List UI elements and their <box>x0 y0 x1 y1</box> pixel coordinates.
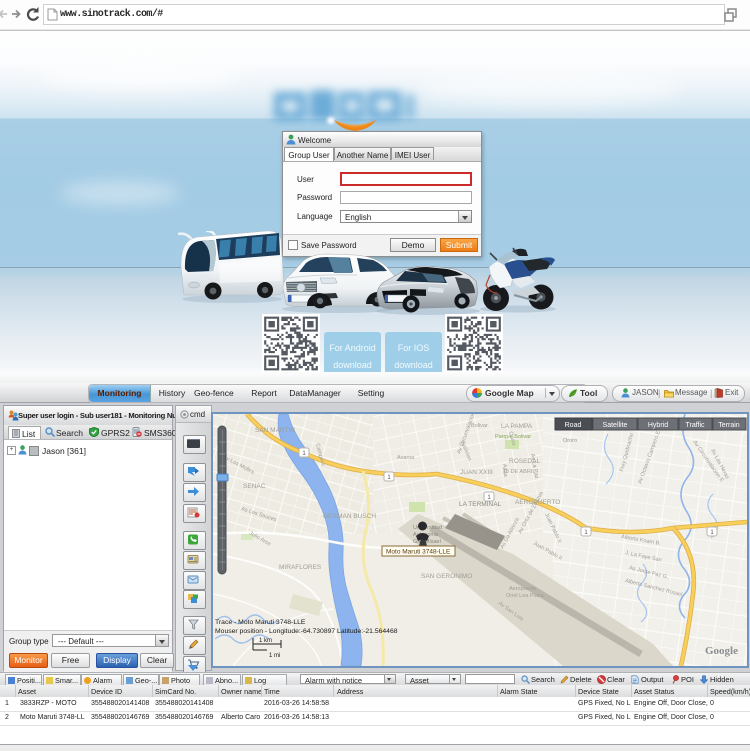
svg-text:SENAC: SENAC <box>243 483 266 490</box>
svg-text:Moto Maruti 3748-LLE: Moto Maruti 3748-LLE <box>386 549 451 556</box>
svg-text:LA PAMPA: LA PAMPA <box>501 423 533 430</box>
svg-text:Mouser position - Longitude:-6: Mouser position - Longitude:-64.730897 L… <box>215 628 398 635</box>
svg-text:Bolivar: Bolivar <box>471 423 488 429</box>
svg-text:Trace - Moto Maruti 3748-LLE: Trace - Moto Maruti 3748-LLE <box>215 619 306 626</box>
svg-text:Ororo: Ororo <box>563 438 577 444</box>
svg-text:GERMAN BUSCH: GERMAN BUSCH <box>323 513 376 520</box>
svg-text:Oriel Lea Plaza: Oriel Lea Plaza <box>506 593 545 599</box>
svg-text:Universidad: Universidad <box>413 525 442 531</box>
svg-text:LA TERMINAL: LA TERMINAL <box>459 501 502 508</box>
svg-text:Traffic: Traffic <box>685 422 705 429</box>
svg-text:1 km: 1 km <box>259 638 272 644</box>
svg-text:SAN GERONIMO: SAN GERONIMO <box>421 573 472 580</box>
svg-text:Avaroa: Avaroa <box>397 455 415 461</box>
svg-text:Aaaa: Aaaa <box>501 464 508 478</box>
svg-text:Terrain: Terrain <box>718 422 740 429</box>
svg-text:SAN MARTIN: SAN MARTIN <box>255 427 295 434</box>
svg-text:MIRAFLORES: MIRAFLORES <box>279 564 322 571</box>
svg-text:Aeropuerto: Aeropuerto <box>509 586 536 592</box>
svg-text:Hybrid: Hybrid <box>648 422 668 429</box>
svg-text:1 mi: 1 mi <box>269 653 280 659</box>
svg-text:Road: Road <box>565 422 582 429</box>
svg-text:Satellite: Satellite <box>603 422 628 429</box>
svg-text:Google: Google <box>705 645 738 657</box>
svg-text:JUAN XXIII: JUAN XXIII <box>460 469 493 476</box>
